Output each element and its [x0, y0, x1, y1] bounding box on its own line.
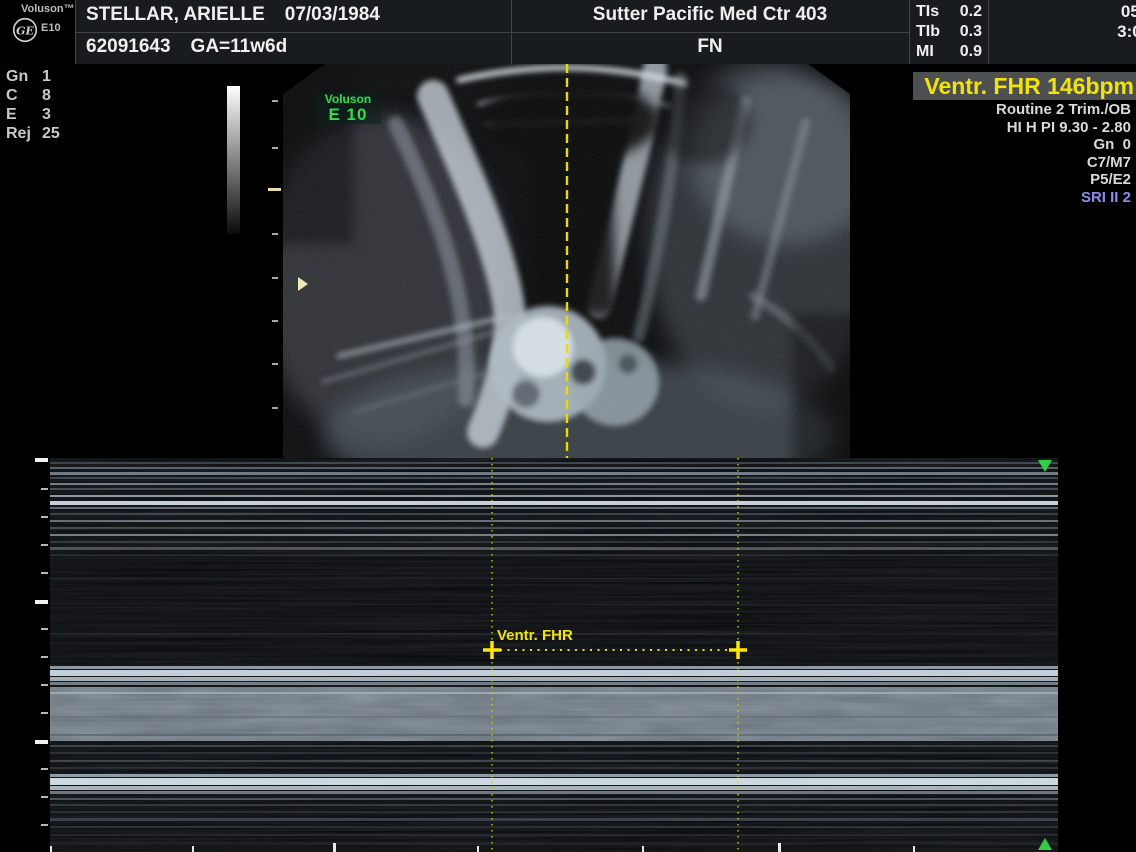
brand-block: Voluson™ GE E10 — [0, 0, 75, 64]
param-value: 1 — [42, 67, 51, 86]
watermark-line2: E 10 — [317, 106, 379, 123]
depth-scale-tick — [272, 147, 278, 149]
mmode-scale-minor-tick — [41, 544, 48, 546]
mmode-scale-minor-tick — [41, 516, 48, 518]
header-bar: Voluson™ GE E10 STELLAR, ARIELLE 07/03/1… — [0, 0, 1136, 64]
ultrasound-screen: Voluson™ GE E10 STELLAR, ARIELLE 07/03/1… — [0, 0, 1136, 852]
depth-scale-tick — [272, 407, 278, 409]
mi-value: 0.9 — [960, 42, 982, 62]
timeline-tick — [50, 846, 52, 852]
param-row: Gn 1 — [6, 67, 60, 86]
param-value: 8 — [42, 86, 51, 105]
preset-name: Routine 2 Trim./OB — [876, 101, 1136, 119]
param-label: C — [6, 86, 42, 105]
gestational-age: GA=11w6d — [191, 36, 288, 58]
ge-logo-icon: GE — [12, 17, 38, 43]
focus-marker-icon — [298, 277, 308, 291]
ti-row: MI 0.9 — [916, 42, 982, 62]
contrast-map-info: C7/M7 — [876, 154, 1136, 172]
power-info: HI H PI 9.30 - 2.80 — [876, 119, 1136, 137]
facility-name: Sutter Pacific Med Ctr 403 — [511, 4, 909, 26]
header-divider — [76, 32, 909, 33]
product-name: Voluson™ — [21, 3, 75, 15]
param-row: E 3 — [6, 105, 60, 124]
param-value: 25 — [42, 124, 60, 143]
exam-date: 05/22/2019 — [989, 2, 1136, 22]
voluson-watermark: Voluson E 10 — [315, 92, 381, 124]
timeline-tick — [778, 843, 781, 852]
param-label: Gn — [6, 67, 42, 86]
param-label: Rej — [6, 124, 42, 143]
sri-info: SRI II 2 — [876, 189, 1136, 207]
param-value: 3 — [42, 105, 51, 124]
mi-label: MI — [916, 42, 934, 62]
focal-depth-tick — [268, 188, 281, 191]
mmode-scale-minor-tick — [41, 768, 48, 770]
mmode-scale-minor-tick — [41, 656, 48, 658]
depth-scale-tick — [272, 277, 278, 279]
mmode-scale-minor-tick — [41, 684, 48, 686]
mmode-scale-minor-tick — [41, 628, 48, 630]
param-row: C 8 — [6, 86, 60, 105]
patient-id-row: 62091643 GA=11w6d — [86, 36, 287, 58]
mmode-scale-major-tick — [35, 458, 48, 462]
mmode-scale-minor-tick — [41, 488, 48, 490]
gain-info: Gn 0 — [876, 136, 1136, 154]
depth-scale-tick — [272, 363, 278, 365]
timeline-tick — [642, 846, 644, 852]
header-main: STELLAR, ARIELLE 07/03/1984 62091643 GA=… — [75, 0, 1136, 64]
b-mode-params: Gn 1 C 8 E 3 Rej 25 — [6, 67, 60, 143]
grayscale-bar — [227, 86, 240, 234]
ti-row: TIb 0.3 — [916, 22, 982, 42]
exam-time: 3:04:12 PM — [989, 22, 1136, 42]
timeline-tick — [333, 843, 336, 852]
param-row: Rej 25 — [6, 124, 60, 143]
mmode-scale-minor-tick — [41, 712, 48, 714]
mmode-scale-minor-tick — [41, 824, 48, 826]
patient-row: STELLAR, ARIELLE 07/03/1984 — [86, 4, 380, 26]
ti-row: TIs 0.2 — [916, 2, 982, 22]
tis-label: TIs — [916, 2, 939, 22]
tis-value: 0.2 — [960, 2, 982, 22]
timeline-tick — [192, 846, 194, 852]
param-label: E — [6, 105, 42, 124]
mmode-scale-minor-tick — [41, 572, 48, 574]
patient-id: 62091643 — [86, 36, 171, 58]
model-name: E10 — [41, 22, 61, 34]
patient-name: STELLAR, ARIELLE — [86, 4, 265, 26]
fhr-result-banner: Ventr. FHR 146bpm — [913, 72, 1136, 100]
patient-dob: 07/03/1984 — [285, 4, 380, 26]
datetime-block: 05/22/2019 3:04:12 PM C2-9-D — [989, 2, 1136, 62]
header-divider — [909, 0, 910, 64]
fhr-result-text: Ventr. FHR 146bpm — [924, 73, 1136, 100]
mmode-scale-major-tick — [35, 740, 48, 744]
timeline-tick — [913, 846, 915, 852]
m-mode-trace: Ventr. FHR — [50, 458, 1058, 852]
depth-scale-tick — [272, 233, 278, 235]
right-info-column: Routine 2 Trim./OB HI H PI 9.30 - 2.80 G… — [876, 101, 1136, 206]
svg-text:GE: GE — [16, 25, 34, 38]
exposure-indices: TIs 0.2 TIb 0.3 MI 0.9 — [916, 2, 982, 62]
mmode-scale-major-tick — [35, 600, 48, 604]
mmode-scale-minor-tick — [41, 796, 48, 798]
persistence-info: P5/E2 — [876, 171, 1136, 189]
timeline-tick — [477, 846, 479, 852]
depth-scale-tick — [272, 100, 278, 102]
operator-initials: FN — [511, 36, 909, 58]
probe-name: C2-9-D — [989, 42, 1136, 62]
depth-scale-tick — [272, 320, 278, 322]
tib-label: TIb — [916, 22, 940, 42]
tib-value: 0.3 — [960, 22, 982, 42]
measurement-label: Ventr. FHR — [497, 627, 573, 644]
